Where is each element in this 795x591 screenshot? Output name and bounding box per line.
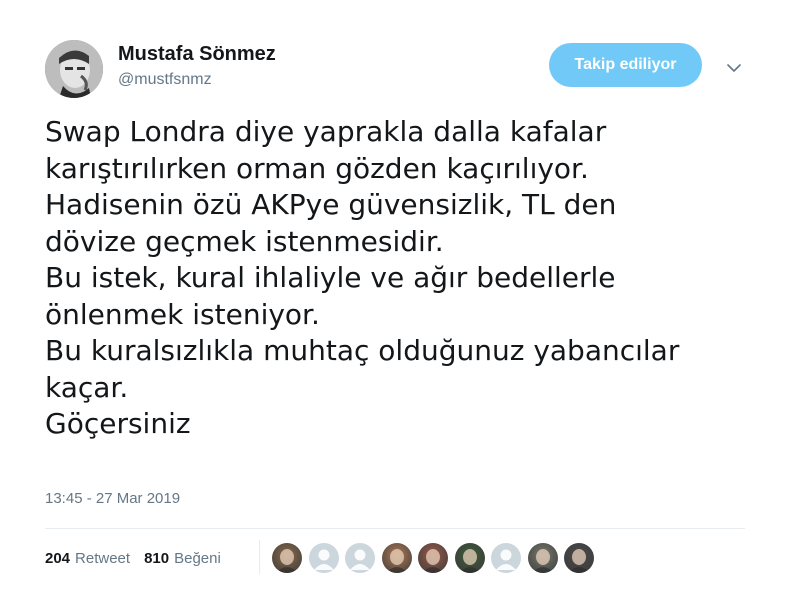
liker-avatar[interactable] <box>455 543 485 573</box>
chevron-down-icon[interactable] <box>724 58 744 78</box>
divider <box>45 528 745 529</box>
liker-avatar[interactable] <box>418 543 448 573</box>
tweet-text: Swap Londra diye yaprakla dalla kafalar … <box>45 115 680 440</box>
liker-avatar[interactable] <box>345 543 375 573</box>
default-profile-icon <box>496 549 516 570</box>
liker-avatar[interactable] <box>382 543 412 573</box>
avatar[interactable] <box>45 40 103 98</box>
user-name[interactable]: Mustafa Sönmez <box>118 43 276 66</box>
retweet-count[interactable]: 204 <box>45 550 70 567</box>
default-profile-icon <box>350 549 370 570</box>
like-label[interactable]: Beğeni <box>174 550 221 567</box>
default-profile-icon <box>314 549 334 570</box>
profile-photo-icon <box>276 549 298 573</box>
liker-avatar[interactable] <box>309 543 339 573</box>
following-button[interactable]: Takip ediliyor <box>549 43 702 87</box>
profile-photo-icon <box>568 549 590 573</box>
profile-photo-icon <box>459 549 481 573</box>
liker-avatar[interactable] <box>528 543 558 573</box>
liker-avatar[interactable] <box>564 543 594 573</box>
tweet-timestamp[interactable]: 13:45 - 27 Mar 2019 <box>45 490 180 507</box>
profile-photo-icon <box>532 549 554 573</box>
stats-separator <box>259 540 260 574</box>
user-handle[interactable]: @mustfsnmz <box>118 71 212 89</box>
liker-avatar[interactable] <box>491 543 521 573</box>
liker-avatar[interactable] <box>272 543 302 573</box>
profile-photo-icon <box>386 549 408 573</box>
profile-photo-icon <box>422 549 444 573</box>
retweet-label[interactable]: Retweet <box>75 550 130 567</box>
tweet-stats: 204 Retweet 810 Beğeni <box>45 548 221 568</box>
like-count[interactable]: 810 <box>144 550 169 567</box>
